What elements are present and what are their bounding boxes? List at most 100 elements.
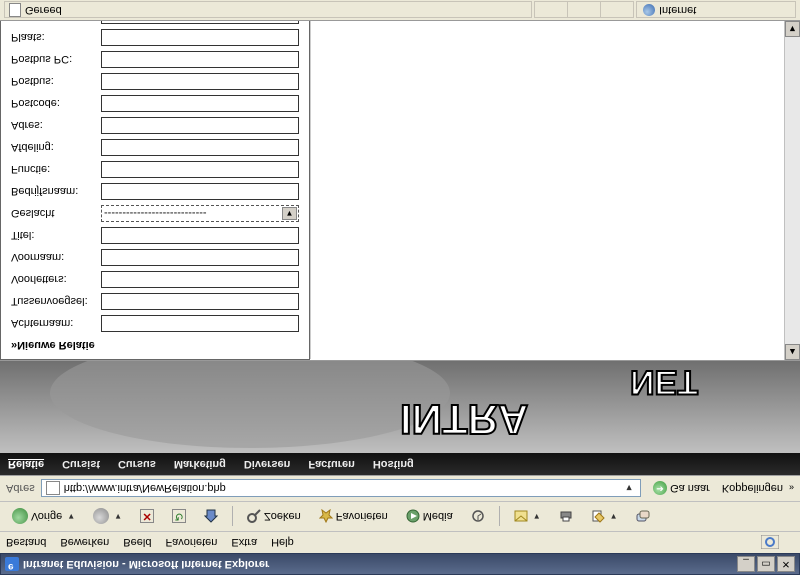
label-bedrijfsnaam: Bedrijfsnaam: — [11, 186, 101, 198]
go-icon: ➔ — [653, 482, 667, 496]
input-afdeling[interactable] — [101, 139, 299, 156]
stop-button[interactable]: ✕ — [134, 508, 160, 526]
media-icon — [406, 510, 420, 524]
minimize-button[interactable]: _ — [737, 556, 755, 572]
media-button[interactable]: Media — [400, 508, 459, 526]
select-geslacht[interactable]: ---------------------------- ▼ — [101, 205, 299, 222]
chevron-down-icon: ▼ — [114, 512, 122, 521]
go-button[interactable]: ➔ Ga naar — [647, 480, 716, 498]
select-geslacht-value: ---------------------------- — [104, 208, 207, 220]
menu-bestand[interactable]: Bestand — [6, 537, 46, 549]
chevron-down-icon[interactable]: ▼ — [622, 482, 636, 496]
search-button[interactable]: Zoeken — [241, 508, 307, 526]
nav-hosting[interactable]: Hosting — [373, 458, 414, 470]
back-label: Vorige — [31, 511, 62, 523]
history-button[interactable] — [465, 508, 491, 526]
new-relation-form: »Nieuwe Relatie Achternaam: Tussenvoegse… — [0, 21, 310, 360]
edit-button[interactable]: ▼ — [585, 508, 624, 526]
nav-cursus[interactable]: Cursus — [118, 458, 156, 470]
home-icon — [204, 510, 218, 524]
label-adres: Adres: — [11, 120, 101, 132]
nav-relatie[interactable]: Relatie — [8, 458, 44, 470]
toolbar-separator — [232, 507, 233, 527]
label-geslacht: Geslacht — [11, 208, 101, 220]
scroll-track[interactable] — [785, 37, 800, 344]
label-postbus-pc: Postbus PC: — [11, 54, 101, 66]
menu-bewerken[interactable]: Bewerken — [60, 537, 109, 549]
status-zone-pane: Internet — [636, 2, 796, 19]
address-input[interactable]: http://www.intra/NewRelation.php ▼ — [41, 480, 641, 498]
links-label[interactable]: Koppelingen — [722, 483, 783, 495]
scroll-up-icon[interactable]: ▲ — [785, 344, 800, 360]
back-icon — [12, 509, 28, 525]
field-adres: Adres: — [11, 116, 299, 135]
nav-marketing[interactable]: Marketing — [174, 458, 226, 470]
input-voorletters[interactable] — [101, 271, 299, 288]
refresh-button[interactable]: ↻ — [166, 508, 192, 526]
input-tel-werk[interactable] — [101, 21, 299, 24]
menu-favorieten[interactable]: Favorieten — [165, 537, 217, 549]
scroll-down-icon[interactable]: ▼ — [785, 21, 800, 37]
field-titel: Titel: — [11, 226, 299, 245]
menu-extra[interactable]: Extra — [231, 537, 257, 549]
field-achternaam: Achternaam: — [11, 314, 299, 333]
label-functie: Functie: — [11, 164, 101, 176]
banner-text-net: NET — [630, 363, 698, 401]
chevron-down-icon[interactable]: ▼ — [282, 207, 297, 220]
back-button[interactable]: Vorige ▼ — [6, 507, 81, 527]
input-voornaam[interactable] — [101, 249, 299, 266]
menu-beeld[interactable]: Beeld — [123, 537, 151, 549]
status-pane — [535, 3, 568, 18]
input-achternaam[interactable] — [101, 315, 299, 332]
field-postbus: Postbus: — [11, 72, 299, 91]
label-postbus: Postbus: — [11, 76, 101, 88]
home-button[interactable] — [198, 508, 224, 526]
window-titlebar: Intranet Eduvision - Microsoft Internet … — [0, 553, 800, 575]
address-label: Adres — [6, 483, 35, 495]
input-titel[interactable] — [101, 227, 299, 244]
star-icon — [319, 510, 333, 524]
nav-facturen[interactable]: Facturen — [308, 458, 354, 470]
status-pane — [568, 3, 601, 18]
statusbar: Gereed Internet — [0, 0, 800, 21]
input-functie[interactable] — [101, 161, 299, 178]
status-mid-panes — [534, 2, 634, 19]
print-button[interactable] — [553, 508, 579, 526]
input-adres[interactable] — [101, 117, 299, 134]
globe-icon — [643, 4, 655, 16]
label-voorletters: Voorletters: — [11, 274, 101, 286]
page-icon — [46, 482, 60, 496]
ie-icon — [5, 557, 19, 571]
favorites-button[interactable]: Favorieten — [313, 508, 394, 526]
status-text: Gereed — [25, 4, 62, 16]
search-label: Zoeken — [264, 511, 301, 523]
discuss-button[interactable] — [630, 508, 656, 526]
input-postcode[interactable] — [101, 95, 299, 112]
field-voorletters: Voorletters: — [11, 270, 299, 289]
site-navbar: Relatie Cursist Cursus Marketing Diverse… — [0, 453, 800, 475]
vertical-scrollbar[interactable]: ▲ ▼ — [784, 21, 800, 360]
label-tussenvoegsel: Tussenvoegsel: — [11, 296, 101, 308]
nav-cursist[interactable]: Cursist — [62, 458, 100, 470]
addressbar: Adres http://www.intra/NewRelation.php ▼… — [0, 475, 800, 501]
field-postcode: Postcode: — [11, 94, 299, 113]
zone-text: Internet — [659, 4, 696, 16]
input-postbus-pc[interactable] — [101, 51, 299, 68]
status-message-pane: Gereed — [4, 2, 532, 19]
input-postbus[interactable] — [101, 73, 299, 90]
edit-icon — [591, 510, 605, 524]
stop-icon: ✕ — [140, 510, 154, 524]
label-achternaam: Achternaam: — [11, 318, 101, 330]
input-plaats[interactable] — [101, 29, 299, 46]
mail-button[interactable]: ▼ — [508, 509, 547, 525]
go-label: Ga naar — [670, 483, 710, 495]
maximize-button[interactable]: ▭ — [757, 556, 775, 572]
links-chevron-icon[interactable]: » — [789, 484, 794, 494]
nav-diversen[interactable]: Diversen — [244, 458, 290, 470]
input-tussenvoegsel[interactable] — [101, 293, 299, 310]
forward-button[interactable]: ▼ — [87, 507, 128, 527]
menu-help[interactable]: Help — [271, 537, 294, 549]
input-bedrijfsnaam[interactable] — [101, 183, 299, 200]
label-voornaam: Voornaam: — [11, 252, 101, 264]
close-button[interactable]: ✕ — [777, 556, 795, 572]
